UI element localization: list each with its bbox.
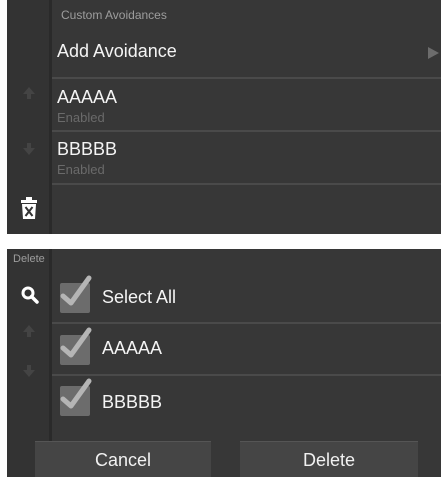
list-item[interactable]: AAAAA Enabled	[52, 80, 441, 130]
arrow-right-icon	[428, 47, 439, 59]
item-checkbox[interactable]	[60, 327, 92, 365]
avoidance-name: AAAAA	[57, 87, 118, 107]
trash-icon[interactable]	[20, 197, 38, 219]
list-item[interactable]: BBBBB Enabled	[52, 133, 441, 183]
custom-avoidances-screen: Custom Avoidances Add Avoidance AAAAA En…	[7, 0, 441, 234]
screen-header: Delete	[13, 253, 45, 265]
list-item[interactable]: BBBBB	[52, 376, 441, 426]
cancel-button[interactable]: Cancel	[35, 441, 211, 477]
row-divider	[52, 130, 441, 132]
down-arrow-icon[interactable]	[22, 364, 36, 378]
add-avoidance-button[interactable]: Add Avoidance	[52, 28, 441, 78]
delete-button[interactable]: Delete	[240, 441, 418, 477]
select-all-checkbox[interactable]	[60, 275, 92, 313]
check-icon	[60, 275, 92, 306]
list-item[interactable]: AAAAA	[52, 324, 441, 374]
search-icon[interactable]	[21, 286, 39, 304]
row-divider	[52, 77, 441, 79]
item-label: AAAAA	[102, 338, 163, 358]
avoidance-name: BBBBB	[57, 139, 118, 159]
check-icon	[60, 378, 92, 409]
avoidance-status: Enabled	[57, 110, 105, 125]
add-avoidance-label: Add Avoidance	[57, 41, 177, 61]
down-arrow-icon[interactable]	[22, 142, 36, 156]
up-arrow-icon[interactable]	[22, 324, 36, 338]
row-divider	[52, 183, 441, 185]
up-arrow-icon[interactable]	[22, 86, 36, 100]
screen-header: Custom Avoidances	[61, 8, 167, 22]
check-icon	[60, 327, 92, 358]
delete-screen: Delete Select All AAAAA BBBBB Cancel Del…	[7, 249, 441, 477]
avoidance-status: Enabled	[57, 162, 105, 177]
item-label: BBBBB	[102, 392, 163, 412]
select-all-row[interactable]: Select All	[52, 273, 441, 321]
item-checkbox[interactable]	[60, 378, 92, 416]
select-all-label: Select All	[102, 287, 177, 307]
